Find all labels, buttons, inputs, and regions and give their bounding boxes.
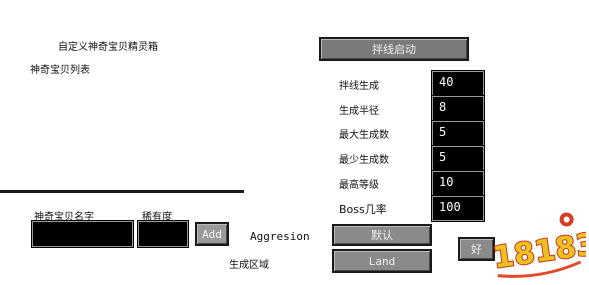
pokemon-list-label: 神奇宝贝列表 (30, 65, 90, 76)
site-watermark-logo-icon: 18183 (490, 212, 586, 278)
spawn-area-label: 生成区域 (229, 260, 269, 271)
rarity-input[interactable] (137, 220, 189, 248)
pokemon-name-input[interactable] (31, 220, 134, 248)
add-button[interactable]: Add (195, 222, 229, 246)
spawn-radius-field[interactable]: 8 (431, 95, 485, 122)
aggression-label: Aggresion (250, 230, 310, 243)
svg-text:18183: 18183 (491, 227, 586, 276)
setting-label-max-level: 最高等级 (339, 180, 379, 191)
aggression-button[interactable]: 默认 (332, 224, 432, 246)
setting-label-spawn: 拌线生成 (339, 81, 379, 92)
spawn-count-field[interactable]: 40 (431, 70, 485, 97)
max-level-field[interactable]: 10 (431, 170, 485, 197)
spawner-toggle-button[interactable]: 拌线启动 (319, 37, 469, 61)
max-spawn-field[interactable]: 5 (431, 120, 485, 147)
setting-label-min: 最少生成数 (339, 155, 389, 166)
setting-label-radius: 生成半径 (339, 106, 379, 117)
setting-label-max: 最大生成数 (339, 130, 389, 141)
pokemon-list[interactable] (0, 75, 244, 187)
spawn-area-button[interactable]: Land (332, 249, 432, 273)
min-spawn-field[interactable]: 5 (431, 145, 485, 172)
list-divider (0, 190, 244, 193)
page-title: 自定义神奇宝贝精灵箱 (58, 42, 158, 53)
setting-label-boss-chance: Boss几率 (339, 203, 387, 216)
boss-chance-field[interactable]: 100 (431, 195, 485, 222)
